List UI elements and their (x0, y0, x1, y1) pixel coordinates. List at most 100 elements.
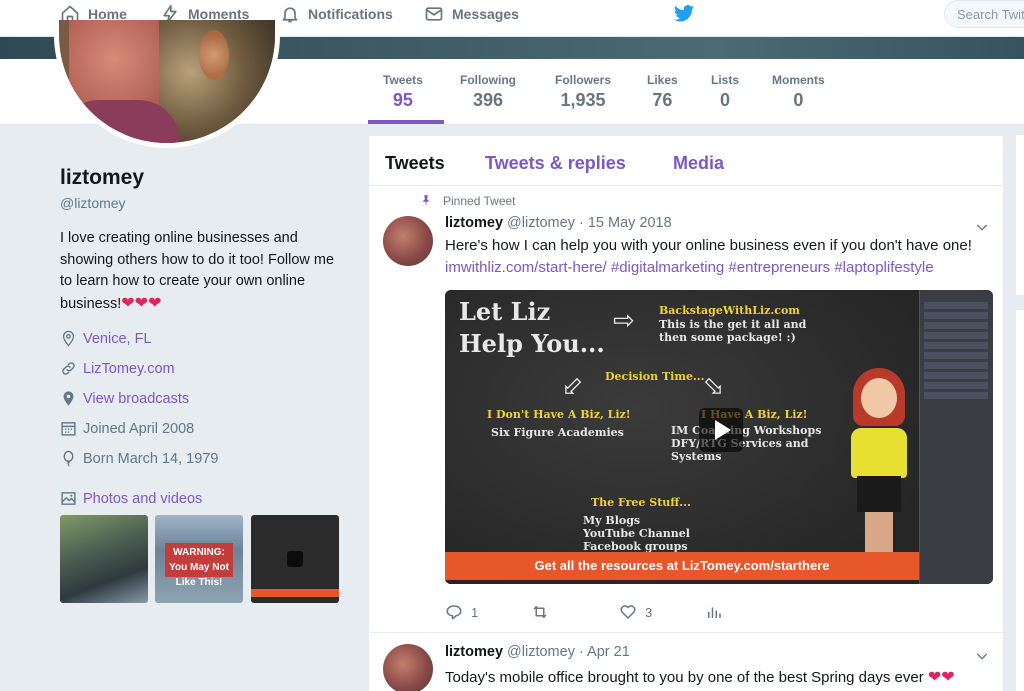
tweet-actions: 1 3 (445, 603, 845, 623)
stat-label: Tweets (383, 73, 423, 87)
video-free-item2: YouTube Channel (583, 527, 690, 540)
video-play-button[interactable] (699, 408, 743, 452)
analytics-button[interactable] (705, 603, 723, 621)
profile-broadcasts: View broadcasts (60, 390, 189, 407)
stat-following[interactable]: Following 396 (460, 73, 516, 111)
tab-media[interactable]: Media (673, 153, 724, 174)
analytics-icon (708, 607, 721, 618)
video-title-line2: Help You... (459, 329, 605, 358)
bio-hearts: ❤❤❤ (121, 294, 162, 312)
photos-videos-link[interactable]: Photos and videos (60, 490, 202, 507)
stat-followers[interactable]: Followers 1,935 (555, 73, 611, 111)
video-backstage: BackstageWithLiz.com (659, 304, 800, 317)
reply-icon (446, 605, 462, 620)
right-column-edge (1016, 135, 1024, 295)
stat-value: 0 (793, 90, 804, 110)
profile-location: Venice, FL (60, 330, 152, 347)
retweet-icon (533, 606, 547, 618)
active-stat-underline (368, 120, 444, 124)
stat-lists[interactable]: Lists 0 (711, 73, 739, 111)
profile-handle[interactable]: @liztomey (60, 195, 126, 211)
like-count: 3 (645, 604, 653, 620)
search-input[interactable]: Search Twitter (944, 0, 1024, 28)
stat-label: Following (460, 73, 516, 87)
media-thumbnail-1[interactable] (60, 515, 148, 603)
broadcast-pin-icon (63, 391, 74, 406)
arrow-right-icon: ⇨ (613, 306, 635, 336)
tweet-avatar[interactable] (383, 216, 433, 266)
link-icon (62, 362, 75, 375)
location-pin-icon (62, 330, 75, 347)
stat-label: Followers (555, 73, 612, 87)
tweet-author-name[interactable]: liztomey (445, 644, 503, 660)
stat-value: 1,935 (560, 90, 606, 110)
tweet-hearts: ❤❤ (927, 669, 955, 686)
stat-value: 396 (472, 90, 504, 110)
tweet-author-handle[interactable]: @liztomey (507, 215, 575, 231)
video-backstage-desc1: This is the get it all and (659, 318, 807, 331)
retweet-button[interactable] (531, 603, 549, 621)
video-decision: Decision Time... (605, 370, 705, 383)
tab-tweets[interactable]: Tweets (385, 153, 445, 174)
tweet-date[interactable]: · Apr 21 (579, 644, 630, 660)
tab-tweets-replies[interactable]: Tweets & replies (485, 153, 626, 174)
tweet-video[interactable]: Let Liz Help You... ⇨ BackstageWithLiz.c… (445, 290, 993, 584)
profile-name[interactable]: liztomey (60, 166, 144, 190)
right-column-edge (1016, 310, 1024, 691)
pinned-label: Pinned Tweet (443, 194, 516, 208)
media-thumbnail-2[interactable]: WARNING: You May Not Like This! (155, 515, 243, 603)
profile-bio: I love creating online businesses and sh… (60, 228, 340, 315)
reply-count: 1 (471, 604, 479, 620)
video-resources-bar: Get all the resources at LizTomey.com/st… (445, 552, 919, 580)
profile-avatar[interactable] (54, 20, 280, 148)
photos-videos-label: Photos and videos (83, 490, 203, 507)
bell-icon (282, 7, 298, 23)
profile-birthday: Born March 14, 1979 (60, 450, 218, 467)
video-nobiz-desc: Six Figure Academies (491, 426, 624, 439)
pinned-indicator: Pinned Tweet (419, 194, 516, 208)
stat-tweets[interactable]: Tweets 95 (383, 73, 423, 111)
video-title-line1: Let Liz (459, 297, 551, 326)
stat-moments[interactable]: Moments 0 (772, 73, 825, 111)
profile-website: LizTomey.com (60, 360, 175, 377)
reply-button[interactable]: 1 (445, 603, 478, 621)
stat-value: 76 (652, 90, 673, 110)
cartoon-woman-illustration (845, 368, 911, 552)
thumbnail-warning-text: WARNING: You May Not Like This! (165, 543, 233, 588)
website-link[interactable]: LizTomey.com (83, 361, 175, 377)
tweet[interactable]: liztomey @liztomey · Apr 21 Today's mobi… (369, 642, 1005, 691)
like-button[interactable]: 3 (619, 603, 652, 621)
tweet-author-name[interactable]: liztomey (445, 215, 503, 231)
broadcasts-link[interactable]: View broadcasts (83, 391, 189, 407)
joined-text: Joined April 2008 (83, 420, 195, 437)
tweet-text: Today's mobile office brought to you by … (445, 667, 955, 687)
twitter-bird-icon[interactable] (672, 3, 696, 25)
video-free-list: My Blogs YouTube Channel Facebook groups (583, 514, 690, 553)
tweet-author-handle[interactable]: @liztomey (507, 644, 575, 660)
born-text: Born March 14, 1979 (83, 450, 219, 467)
media-thumbnail-3[interactable] (251, 515, 339, 603)
chevron-down-icon[interactable] (974, 219, 990, 235)
location-text[interactable]: Venice, FL (83, 331, 152, 347)
stat-label: Lists (711, 73, 740, 87)
timeline-tabs: Tweets Tweets & replies Media (369, 136, 1005, 186)
stat-likes[interactable]: Likes 76 (647, 73, 678, 111)
video-nobiz: I Don't Have A Biz, Liz! (487, 408, 631, 421)
video-free: The Free Stuff... (591, 496, 691, 509)
tweet-date[interactable]: · 15 May 2018 (579, 215, 672, 231)
video-havebiz-desc: IM Coaching Workshops DFY/RTG Services a… (671, 424, 821, 463)
tweet-divider (369, 632, 1005, 633)
stat-value: 95 (392, 90, 413, 110)
nav-notifications[interactable]: Notifications (280, 0, 393, 28)
video-free-item1: My Blogs (583, 514, 641, 527)
tweet-pinned[interactable]: Pinned Tweet liztomey @liztomey · 15 May… (369, 194, 1005, 634)
profile-joined: Joined April 2008 (60, 420, 194, 437)
envelope-icon (425, 7, 443, 21)
tweet-links[interactable]: imwithliz.com/start-here/ #digitalmarket… (445, 259, 934, 276)
chevron-down-icon[interactable] (974, 648, 990, 664)
bio-text: I love creating online businesses and sh… (60, 230, 335, 312)
pin-icon (422, 195, 430, 207)
nav-messages[interactable]: Messages (424, 0, 519, 28)
tweet-avatar[interactable] (383, 644, 433, 691)
stat-label: Moments (772, 73, 825, 87)
